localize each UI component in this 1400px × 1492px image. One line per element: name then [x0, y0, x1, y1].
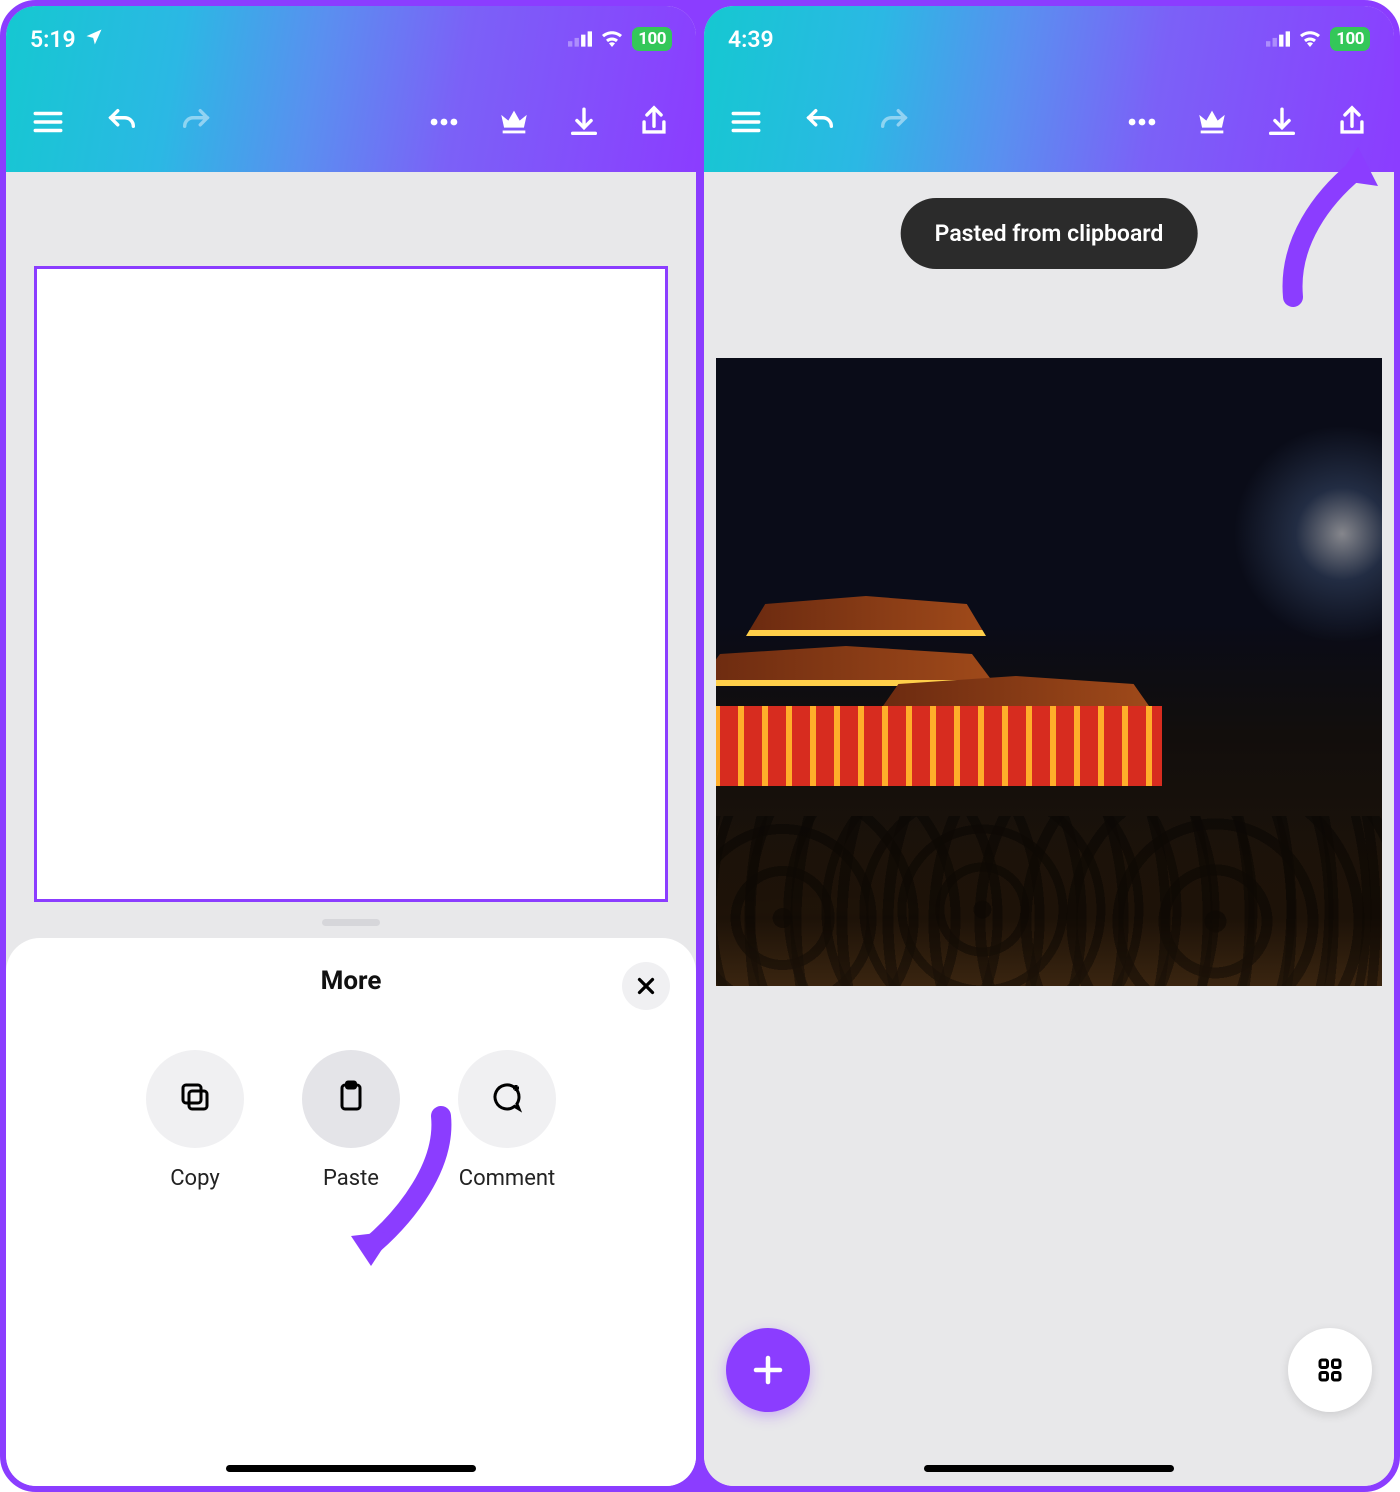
phone-right: 4:39 100	[704, 6, 1394, 1486]
crown-icon[interactable]	[1192, 102, 1232, 142]
sheet-title: More	[6, 966, 696, 996]
share-icon[interactable]	[1332, 102, 1372, 142]
annotation-arrow	[346, 1106, 466, 1280]
redo-icon[interactable]	[874, 102, 914, 142]
status-bar: 5:19 100	[6, 6, 696, 72]
close-button[interactable]	[622, 962, 670, 1010]
editor-workarea	[704, 172, 1394, 1486]
phone-left: 5:19 100	[6, 6, 696, 1486]
wifi-icon	[600, 26, 624, 53]
cellular-icon	[568, 26, 592, 53]
comment-icon	[489, 1079, 525, 1119]
download-icon[interactable]	[564, 102, 604, 142]
annotation-arrow	[1278, 142, 1388, 316]
battery-indicator: 100	[632, 27, 672, 51]
status-time: 4:39	[728, 26, 774, 53]
crown-icon[interactable]	[494, 102, 534, 142]
undo-icon[interactable]	[102, 102, 142, 142]
cellular-icon	[1266, 26, 1290, 53]
status-bar: 4:39 100	[704, 6, 1394, 72]
panel-divider	[696, 6, 704, 1486]
battery-indicator: 100	[1330, 27, 1370, 51]
home-indicator	[924, 1465, 1174, 1472]
copy-action[interactable]: Copy	[146, 1050, 244, 1191]
toast: Pasted from clipboard	[901, 198, 1198, 269]
menu-icon[interactable]	[28, 102, 68, 142]
add-button[interactable]	[726, 1328, 810, 1412]
more-icon[interactable]	[1122, 102, 1162, 142]
editor-toolbar	[6, 72, 696, 172]
share-icon[interactable]	[634, 102, 674, 142]
download-icon[interactable]	[1262, 102, 1302, 142]
home-indicator	[226, 1465, 476, 1472]
pasted-image[interactable]	[716, 358, 1382, 986]
redo-icon[interactable]	[176, 102, 216, 142]
sheet-handle[interactable]	[322, 919, 380, 926]
copy-label: Copy	[170, 1166, 220, 1191]
comment-action[interactable]: Comment	[458, 1050, 556, 1191]
more-icon[interactable]	[424, 102, 464, 142]
blank-canvas[interactable]	[34, 266, 668, 902]
comment-label: Comment	[459, 1166, 555, 1191]
undo-icon[interactable]	[800, 102, 840, 142]
menu-icon[interactable]	[726, 102, 766, 142]
status-time: 5:19	[30, 26, 76, 53]
location-icon	[84, 26, 104, 53]
copy-icon	[177, 1079, 213, 1119]
pages-button[interactable]	[1288, 1328, 1372, 1412]
wifi-icon	[1298, 26, 1322, 53]
